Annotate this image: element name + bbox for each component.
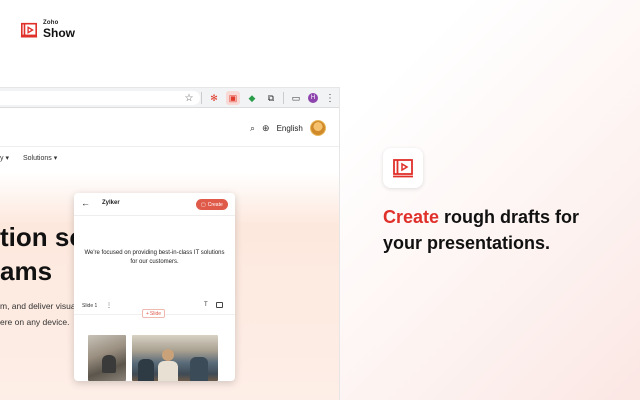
address-bar[interactable] — [0, 91, 200, 105]
user-avatar[interactable] — [309, 120, 326, 136]
sidebar-icon[interactable]: ▭ — [289, 91, 303, 105]
slide-content-text[interactable]: We're focused on providing best-in-class… — [82, 249, 227, 267]
browser-toolbar: ☆ ✻ ▣ ◆ ⧉ ▭ H ⋮ — [0, 88, 339, 108]
image-thumbnail[interactable] — [88, 335, 126, 381]
language-selector[interactable]: English — [277, 124, 303, 133]
brand-logo: Zoho Show — [20, 20, 75, 39]
add-slide-button[interactable]: + Slide — [142, 309, 166, 318]
presentation-icon — [393, 159, 413, 178]
bookmark-star-icon[interactable]: ☆ — [182, 91, 196, 105]
profile-avatar[interactable]: H — [308, 93, 318, 103]
image-thumbnail[interactable] — [132, 335, 218, 381]
slide-label: Slide 1 — [82, 303, 98, 309]
zoho-show-extension-icon[interactable]: ▣ — [226, 91, 240, 105]
plus-icon: + — [146, 310, 149, 317]
globe-icon[interactable]: ⊕ — [262, 123, 270, 134]
image-icon[interactable] — [216, 302, 223, 308]
puzzle-extension-icon[interactable]: ⧉ — [264, 91, 278, 105]
back-arrow-icon[interactable]: ← — [81, 198, 90, 208]
shield-extension-icon[interactable]: ◆ — [245, 91, 259, 105]
popup-header: ← Zylker ▢ Create — [74, 193, 235, 215]
zoho-show-logo-icon — [20, 22, 38, 38]
feature-accent-word: Create — [383, 207, 440, 227]
nav-item-solutions[interactable]: Solutions ▾ — [23, 154, 57, 162]
header-divider — [0, 146, 339, 147]
menu-icon[interactable]: ⋮ — [323, 91, 337, 105]
popup-divider — [74, 215, 235, 216]
site-subtext: m, and deliver visually ere on any devic… — [0, 301, 84, 327]
popup-title: Zylker — [102, 200, 120, 206]
site-nav: y ▾ Solutions ▾ — [0, 154, 57, 162]
extension-popup: ← Zylker ▢ Create We're focused on provi… — [74, 193, 235, 381]
search-icon[interactable]: ⌕ — [250, 123, 255, 134]
brand-product: Show — [43, 26, 75, 40]
text-icon[interactable]: T — [204, 302, 208, 308]
extension-icon[interactable]: ✻ — [207, 91, 221, 105]
toolbar-separator — [283, 92, 284, 104]
feature-icon-card — [383, 148, 423, 188]
create-button[interactable]: ▢ Create — [196, 199, 228, 210]
feature-tagline: Create rough drafts for your presentatio… — [383, 207, 580, 253]
browser-window: ☆ ✻ ▣ ◆ ⧉ ▭ H ⋮ ⌕ ⊕ English y ▾ Solution… — [0, 88, 339, 400]
nav-item-partial[interactable]: y ▾ — [0, 154, 9, 162]
toolbar-separator — [201, 92, 202, 104]
create-icon: ▢ — [201, 201, 206, 208]
more-options-icon[interactable]: ⋮ — [106, 302, 112, 309]
